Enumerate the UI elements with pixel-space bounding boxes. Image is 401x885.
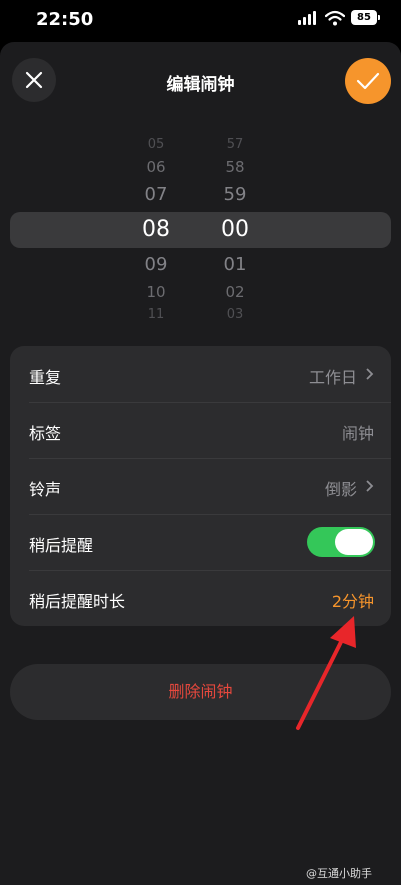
cellular-signal-icon: [298, 11, 318, 25]
repeat-label: 重复: [29, 368, 62, 387]
battery-cap: [378, 15, 380, 20]
repeat-row[interactable]: 重复 工作日: [10, 346, 391, 402]
battery-icon: 85: [351, 10, 377, 25]
chevron-right-icon: [366, 368, 374, 380]
minute-value[interactable]: 01: [205, 254, 265, 275]
page-title: 编辑闹钟: [166, 75, 235, 95]
snooze-label: 稍后提醒: [29, 536, 94, 555]
picker-selection-highlight: [10, 212, 391, 248]
snooze-row: 稍后提醒: [10, 514, 391, 570]
tag-row[interactable]: 标签 闹钟: [10, 402, 391, 458]
chevron-right-icon: [366, 480, 374, 492]
tag-label: 标签: [29, 424, 62, 443]
snooze-duration-value: 2分钟: [331, 592, 374, 611]
hour-value[interactable]: 06: [126, 158, 186, 176]
minute-value[interactable]: 57: [205, 137, 265, 152]
status-bar: 22:50 85: [0, 0, 401, 40]
confirm-button[interactable]: [345, 58, 391, 104]
checkmark-icon: [356, 72, 380, 90]
hour-value[interactable]: 11: [126, 307, 186, 322]
hour-value[interactable]: 08: [126, 217, 186, 242]
snooze-duration-label: 稍后提醒时长: [29, 592, 126, 611]
hour-value[interactable]: 10: [126, 283, 186, 301]
ringtone-label: 铃声: [29, 480, 62, 499]
tag-input[interactable]: 闹钟: [342, 420, 374, 444]
minute-value[interactable]: 02: [205, 283, 265, 301]
ringtone-value: 倒影: [324, 480, 357, 499]
red-arrow-annotation: [296, 616, 356, 730]
minute-value[interactable]: 00: [205, 217, 265, 242]
toggle-knob: [335, 529, 373, 555]
snooze-toggle[interactable]: [307, 527, 375, 557]
watermark: @互通小助手: [306, 867, 372, 880]
repeat-value: 工作日: [308, 368, 357, 387]
wifi-icon: [325, 10, 345, 26]
settings-card: 重复 工作日 标签 闹钟 铃声 倒影 稍后提醒 稍后提醒时长 2分钟: [10, 346, 391, 626]
hour-value[interactable]: 09: [126, 254, 186, 275]
hour-value[interactable]: 05: [126, 137, 186, 152]
status-time: 22:50: [36, 9, 94, 30]
ringtone-row[interactable]: 铃声 倒影: [10, 458, 391, 514]
minute-value[interactable]: 03: [205, 307, 265, 322]
hour-value[interactable]: 07: [126, 184, 186, 205]
minute-value[interactable]: 59: [205, 184, 265, 205]
minute-value[interactable]: 58: [205, 158, 265, 176]
